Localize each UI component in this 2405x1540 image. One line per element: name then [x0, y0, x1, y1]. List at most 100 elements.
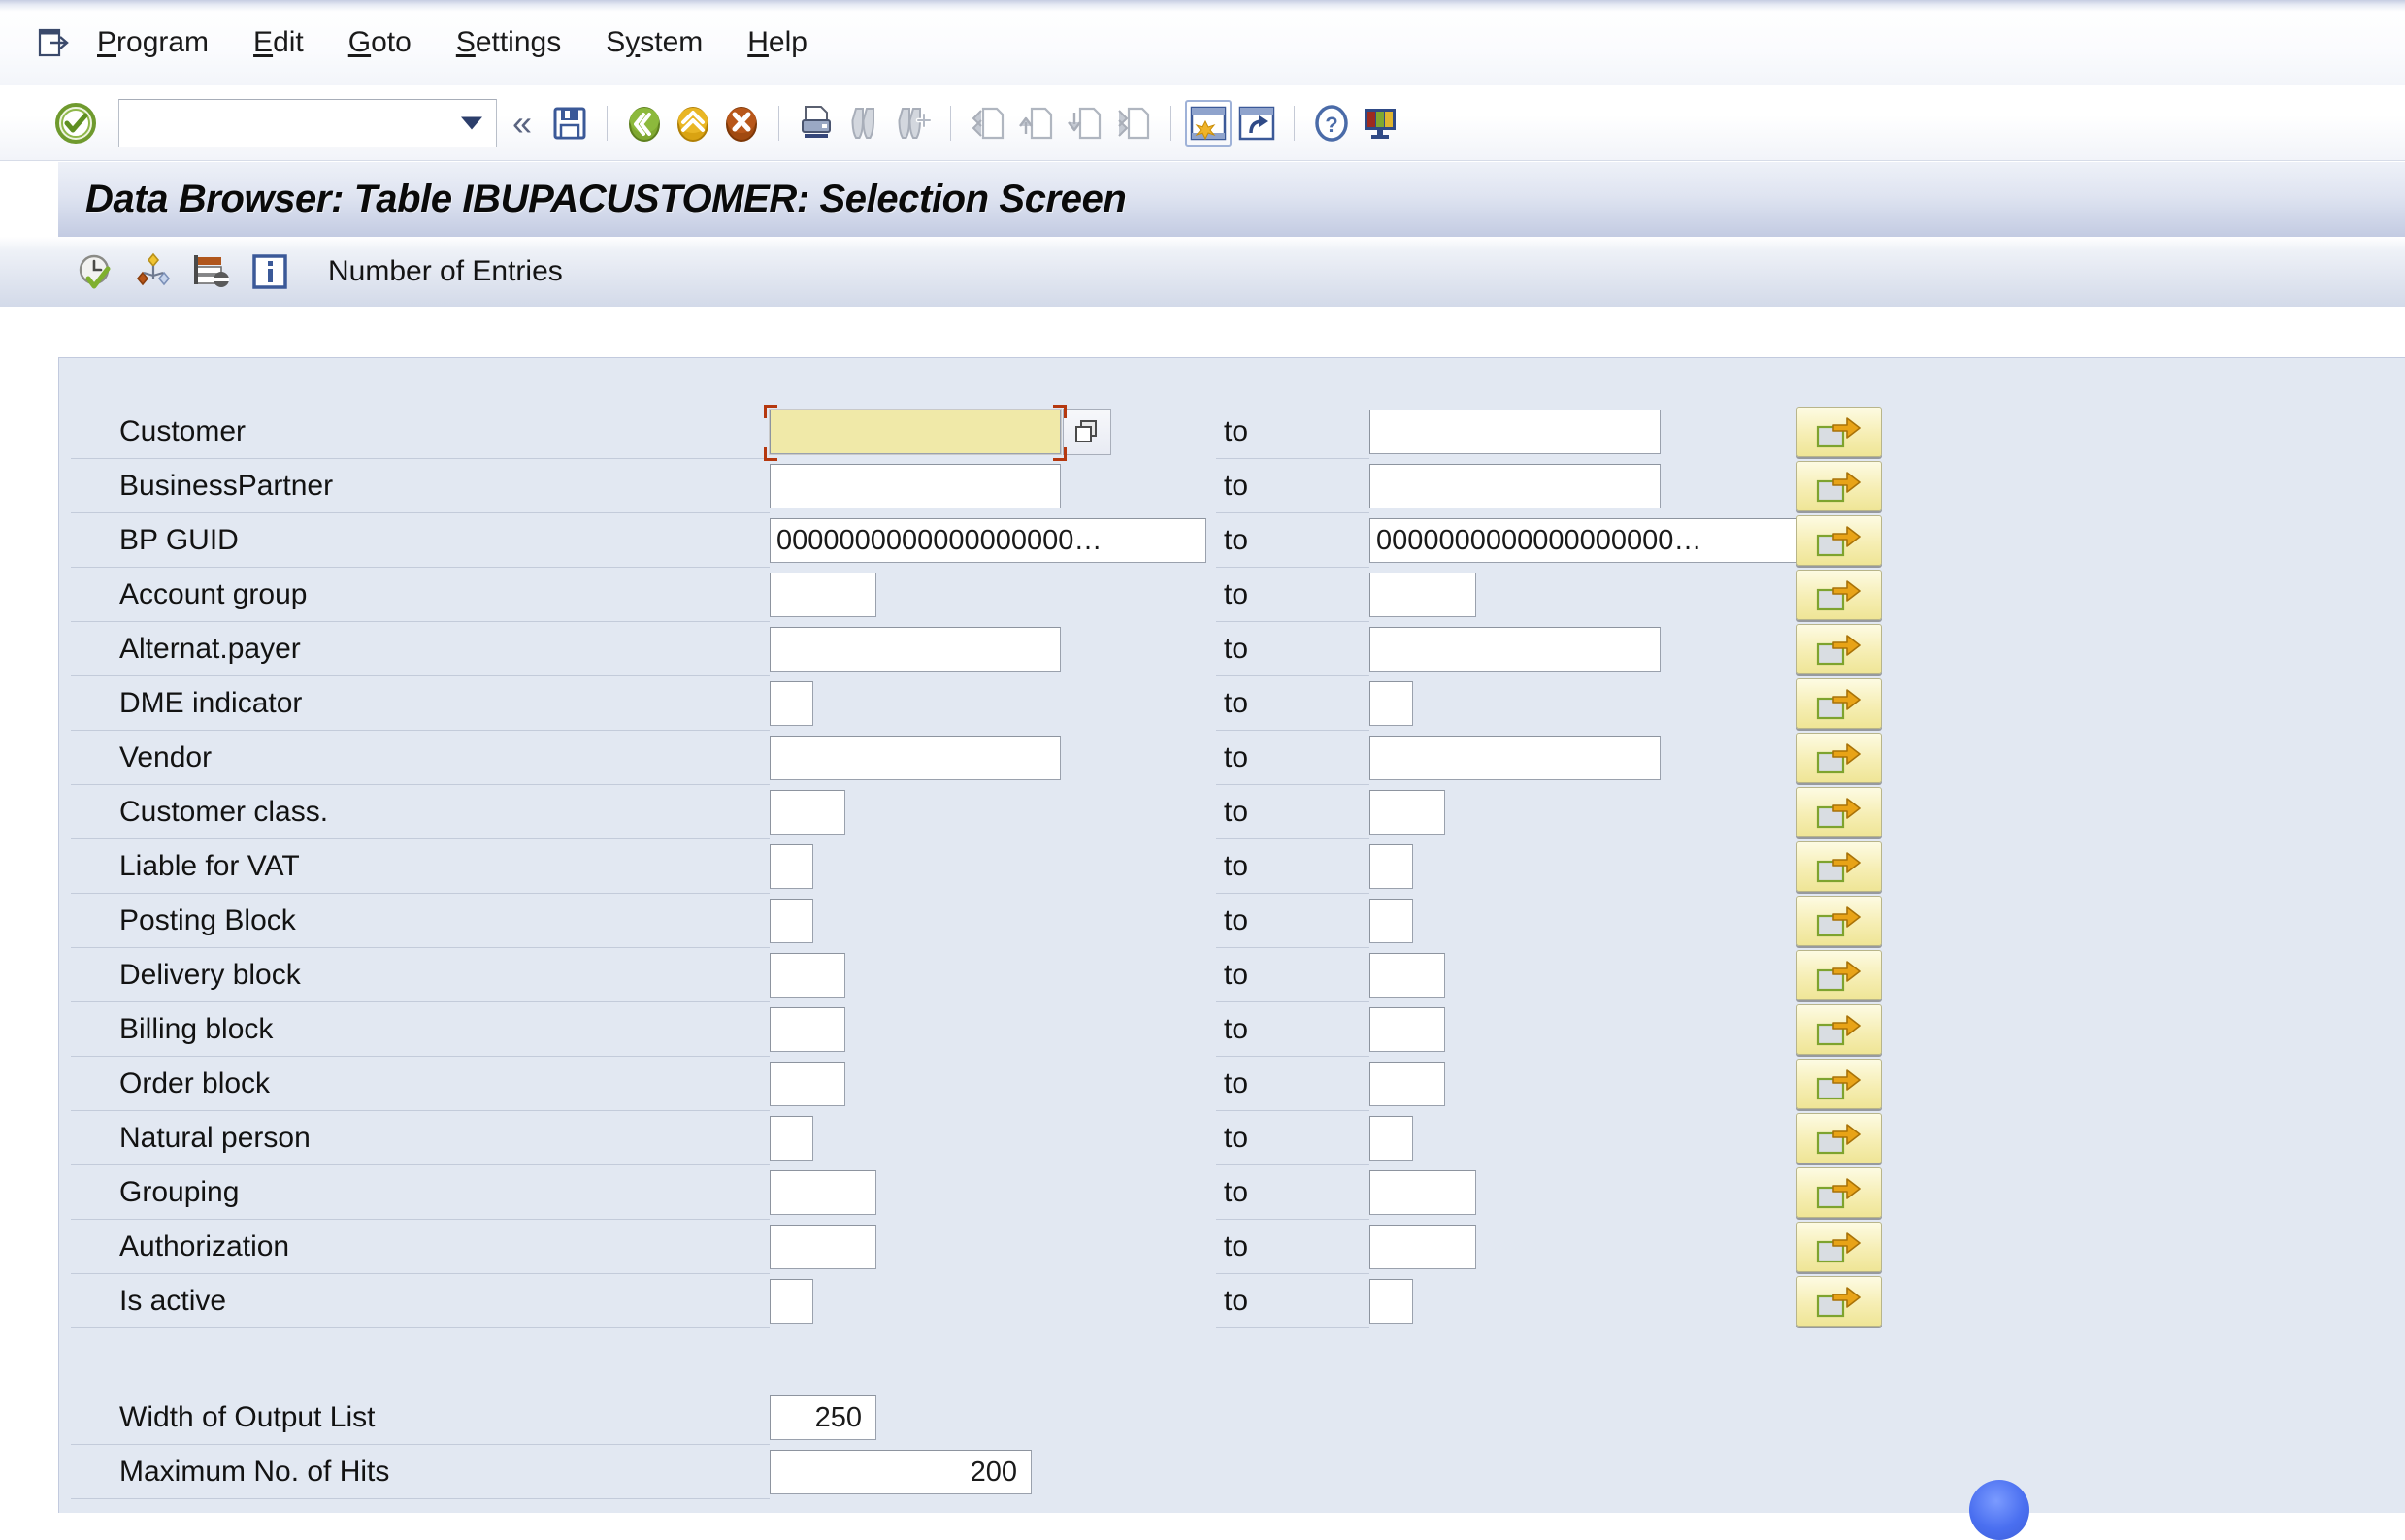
- multiple-selection-button[interactable]: [1796, 1167, 1882, 1218]
- check-variant-icon[interactable]: [130, 248, 177, 295]
- print-icon[interactable]: [792, 99, 840, 147]
- multiple-selection-button[interactable]: [1796, 787, 1882, 837]
- exit-yellow-icon[interactable]: [669, 99, 717, 147]
- selection-row-label: BusinessPartner: [119, 472, 333, 501]
- menu-item-system[interactable]: System: [604, 24, 705, 61]
- selection-low-input[interactable]: [770, 790, 845, 835]
- multiple-selection-button[interactable]: [1796, 515, 1882, 566]
- get-variant-icon[interactable]: [188, 248, 235, 295]
- selection-low-input[interactable]: [770, 736, 1061, 780]
- multiple-selection-button[interactable]: [1796, 950, 1882, 1000]
- selection-low-input[interactable]: [770, 1062, 845, 1106]
- selection-low-input[interactable]: [770, 573, 876, 617]
- selection-high-input[interactable]: [1369, 1116, 1413, 1161]
- menu-item-goto[interactable]: Goto: [346, 24, 413, 61]
- find-next-icon[interactable]: [889, 99, 938, 147]
- menu-item-program[interactable]: Program: [95, 24, 211, 61]
- selection-low-input[interactable]: [770, 627, 1061, 672]
- execute-clock-check-icon[interactable]: [72, 248, 118, 295]
- selection-low-input[interactable]: [770, 410, 1061, 454]
- selection-high-input[interactable]: [1369, 1279, 1413, 1324]
- selection-high-input[interactable]: [1369, 1225, 1476, 1269]
- selection-high-input[interactable]: [1369, 844, 1413, 889]
- multiple-selection-button[interactable]: [1796, 678, 1882, 729]
- multiple-selection-button[interactable]: [1796, 1222, 1882, 1272]
- multiple-selection-button[interactable]: [1796, 1004, 1882, 1055]
- last-page-icon[interactable]: [1109, 99, 1158, 147]
- selection-low-input[interactable]: [770, 1116, 813, 1161]
- selection-low-input[interactable]: [770, 1170, 876, 1215]
- matchcode-button[interactable]: [1063, 409, 1111, 455]
- toolbar-separator: [1294, 106, 1295, 141]
- selection-high-input[interactable]: [1369, 899, 1413, 943]
- selection-low-input[interactable]: [770, 899, 813, 943]
- selection-high-input[interactable]: [1369, 627, 1661, 672]
- multiple-selection-button[interactable]: [1796, 841, 1882, 892]
- selection-high-input[interactable]: [1369, 410, 1661, 454]
- multiple-selection-button[interactable]: [1796, 624, 1882, 674]
- multiple-selection-button[interactable]: [1796, 407, 1882, 457]
- selection-low-input[interactable]: [770, 464, 1061, 508]
- save-icon[interactable]: [545, 99, 594, 147]
- cancel-red-icon[interactable]: [717, 99, 766, 147]
- selection-low-input[interactable]: 0000000000000000000…: [770, 518, 1206, 563]
- back-green-icon[interactable]: [620, 99, 669, 147]
- selection-low-input[interactable]: [770, 681, 813, 726]
- next-page-icon[interactable]: [1061, 99, 1109, 147]
- command-field[interactable]: [118, 99, 497, 147]
- selection-low-input[interactable]: [770, 1279, 813, 1324]
- help-icon[interactable]: ?: [1307, 99, 1356, 147]
- selection-low-input[interactable]: [770, 953, 845, 998]
- range-to-label: to: [1224, 796, 1248, 829]
- selection-high-cell: [1369, 839, 1413, 894]
- selection-high-input[interactable]: [1369, 736, 1661, 780]
- selection-high-cell: [1369, 731, 1661, 785]
- multiple-selection-button[interactable]: [1796, 896, 1882, 946]
- first-page-icon[interactable]: [964, 99, 1012, 147]
- selection-high-input[interactable]: [1369, 1007, 1445, 1052]
- toolbar-expand-icon[interactable]: «: [512, 106, 532, 141]
- selection-high-input[interactable]: [1369, 953, 1445, 998]
- selection-high-input[interactable]: [1369, 1062, 1445, 1106]
- selection-high-input[interactable]: [1369, 464, 1661, 508]
- multiple-selection-button[interactable]: [1796, 1276, 1882, 1327]
- multiple-selection-button[interactable]: [1796, 1113, 1882, 1163]
- output-option-input[interactable]: 200: [770, 1450, 1032, 1494]
- multiple-selection-slot: [1796, 894, 1882, 948]
- chevron-down-icon[interactable]: [461, 116, 482, 129]
- selection-high-cell: [1369, 894, 1413, 948]
- menu-item-settings[interactable]: Settings: [454, 24, 563, 61]
- range-to-label: to: [1224, 741, 1248, 774]
- find-icon[interactable]: [840, 99, 889, 147]
- create-session-icon[interactable]: [1184, 99, 1233, 147]
- multiple-selection-button[interactable]: [1796, 733, 1882, 783]
- information-icon[interactable]: [247, 248, 293, 295]
- selection-low-input[interactable]: [770, 1225, 876, 1269]
- output-option-input[interactable]: 250: [770, 1395, 876, 1440]
- multiple-selection-button[interactable]: [1796, 461, 1882, 511]
- selection-high-input[interactable]: [1369, 681, 1413, 726]
- selection-high-input[interactable]: 0000000000000000000…: [1369, 518, 1806, 563]
- selection-high-input[interactable]: [1369, 790, 1445, 835]
- selection-row-label-cell: BusinessPartner: [71, 459, 770, 513]
- selection-low-input[interactable]: [770, 1007, 845, 1052]
- selection-row: Vendorto: [59, 731, 2405, 785]
- selection-row-label: BP GUID: [119, 526, 239, 555]
- output-option-label: Width of Output List: [119, 1403, 375, 1432]
- selection-high-input[interactable]: [1369, 1170, 1476, 1215]
- number-of-entries-button[interactable]: Number of Entries: [328, 255, 563, 288]
- system-menu-icon[interactable]: [37, 26, 70, 59]
- multiple-selection-button[interactable]: [1796, 570, 1882, 620]
- create-shortcut-icon[interactable]: [1233, 99, 1281, 147]
- enter-icon[interactable]: [54, 102, 97, 145]
- selection-low-input[interactable]: [770, 844, 813, 889]
- selection-low-cell: [770, 894, 813, 948]
- previous-page-icon[interactable]: [1012, 99, 1061, 147]
- selection-row-label-cell: Is active: [71, 1274, 770, 1328]
- selection-high-input[interactable]: [1369, 573, 1476, 617]
- multiple-selection-button[interactable]: [1796, 1059, 1882, 1109]
- customize-local-layout-icon[interactable]: [1356, 99, 1404, 147]
- menu-item-edit[interactable]: Edit: [251, 24, 306, 61]
- menu-item-help[interactable]: Help: [745, 24, 809, 61]
- selection-row-label: Delivery block: [119, 961, 301, 990]
